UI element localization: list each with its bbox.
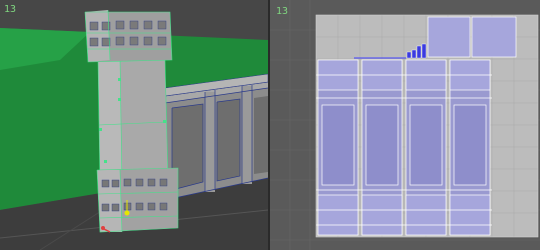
uv-editor-viewport[interactable]: 13 xyxy=(270,0,540,250)
uv-cap-shells xyxy=(427,16,517,58)
perspective-scene[interactable] xyxy=(0,0,268,250)
wall-mesh xyxy=(164,73,268,201)
perspective-viewport[interactable]: 13 xyxy=(0,0,268,250)
perspective-frame-label: 13 xyxy=(4,4,17,15)
maya-workspace: 13 13 xyxy=(0,0,540,250)
uv-editor-canvas[interactable] xyxy=(270,0,540,250)
uv-frame-label: 13 xyxy=(276,6,289,17)
pillar-mesh xyxy=(84,9,179,233)
